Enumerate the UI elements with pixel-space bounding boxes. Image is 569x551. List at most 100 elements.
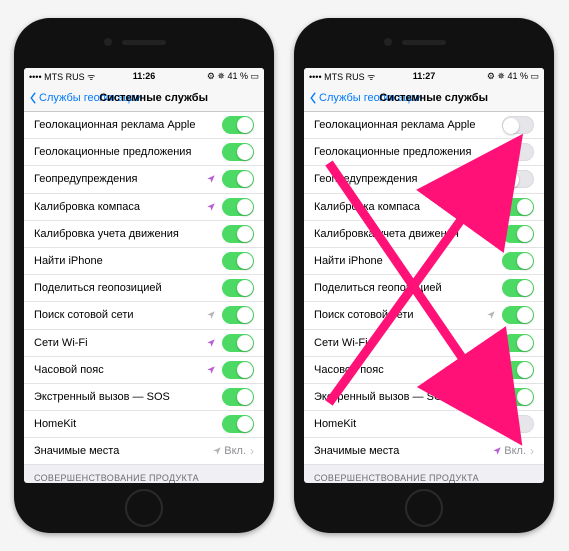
toggle-switch[interactable] [502,170,534,188]
row-value: Вкл. › [492,444,534,458]
row-label: Геопредупреждения [314,173,480,185]
location-indicator-icon [206,365,216,375]
location-indicator-icon [206,174,216,184]
toggle-switch[interactable] [502,361,534,379]
settings-row[interactable]: Сети Wi-Fi [304,330,544,357]
row-label: Найти iPhone [314,255,496,267]
phone-camera [104,38,112,46]
settings-row[interactable]: Калибровка компаса [304,194,544,221]
chevron-right-icon: › [250,444,254,458]
toggle-knob [503,417,519,433]
toggle-knob [503,145,519,161]
toggle-switch[interactable] [502,279,534,297]
toggle-knob [237,171,253,187]
toggle-switch[interactable] [502,198,534,216]
settings-row[interactable]: Калибровка учета движения [304,221,544,248]
toggle-knob [517,280,533,296]
settings-row[interactable]: Поиск сотовой сети [304,302,544,329]
significant-locations-row[interactable]: Значимые места Вкл. › [304,438,544,465]
settings-list: Геолокационная реклама Apple Геолокацион… [304,112,544,483]
row-label: Калибровка учета движения [314,228,496,240]
toggle-switch[interactable] [502,143,534,161]
settings-row[interactable]: Найти iPhone [304,248,544,275]
settings-row[interactable]: Экстренный вызов — SOS [24,384,264,411]
row-label: Калибровка компаса [34,201,200,213]
row-label: Геолокационные предложения [34,146,216,158]
location-indicator-icon [486,338,496,348]
settings-row[interactable]: Геолокационная реклама Apple [24,112,264,139]
settings-row[interactable]: Часовой пояс [24,357,264,384]
phone-frame: •••• MTS RUS ᯤ 11:26 ⚙ ✵ 41 % ▭ Службы г… [14,18,274,533]
settings-row[interactable]: HomeKit [24,411,264,438]
toggle-switch[interactable] [222,116,254,134]
row-label: Геолокационные предложения [314,146,496,158]
row-label: Сети Wi-Fi [34,337,200,349]
toggle-switch[interactable] [502,334,534,352]
section-header: СОВЕРШЕНСТВОВАНИЕ ПРОДУКТА [24,465,264,483]
toggle-switch[interactable] [222,361,254,379]
toggle-switch[interactable] [222,388,254,406]
toggle-knob [517,362,533,378]
status-carrier: •••• MTS RUS ᯤ [29,70,95,83]
settings-row[interactable]: Геопредупреждения [304,166,544,193]
settings-row[interactable]: Найти iPhone [24,248,264,275]
page-title: Системные службы [99,92,208,104]
nav-bar: Службы геолокации Системные службы [24,84,264,112]
row-label: Калибровка компаса [314,201,480,213]
screen: •••• MTS RUS ᯤ 11:27 ⚙ ✵ 41 % ▭ Службы г… [304,68,544,483]
row-label: Поделиться геопозицией [314,282,496,294]
home-button[interactable] [125,489,163,527]
settings-row[interactable]: Поделиться геопозицией [24,275,264,302]
toggle-knob [237,416,253,432]
toggle-switch[interactable] [502,415,534,433]
toggle-knob [503,118,519,134]
settings-row[interactable]: HomeKit [304,411,544,438]
toggle-switch[interactable] [502,116,534,134]
toggle-switch[interactable] [222,415,254,433]
settings-row[interactable]: Часовой пояс [304,357,544,384]
toggle-switch[interactable] [222,334,254,352]
home-button[interactable] [405,489,443,527]
settings-row[interactable]: Калибровка учета движения [24,221,264,248]
row-label: Часовой пояс [34,364,200,376]
toggle-switch[interactable] [502,225,534,243]
toggle-switch[interactable] [502,306,534,324]
settings-row[interactable]: Геолокационные предложения [24,139,264,166]
status-time: 11:27 [413,71,436,81]
row-label: Экстренный вызов — SOS [34,391,216,403]
settings-row[interactable]: Поделиться геопозицией [304,275,544,302]
status-carrier: •••• MTS RUS ᯤ [309,70,375,83]
settings-row[interactable]: Калибровка компаса [24,194,264,221]
toggle-switch[interactable] [502,388,534,406]
settings-row[interactable]: Геолокационные предложения [304,139,544,166]
toggle-switch[interactable] [222,170,254,188]
toggle-switch[interactable] [222,279,254,297]
settings-row[interactable]: Сети Wi-Fi [24,330,264,357]
status-bar: •••• MTS RUS ᯤ 11:27 ⚙ ✵ 41 % ▭ [304,68,544,84]
location-indicator-icon [492,446,502,456]
toggle-knob [237,307,253,323]
toggle-switch[interactable] [222,225,254,243]
toggle-knob [517,307,533,323]
toggle-switch[interactable] [222,306,254,324]
row-label: Геопредупреждения [34,173,200,185]
toggle-switch[interactable] [222,198,254,216]
settings-row[interactable]: Экстренный вызов — SOS [304,384,544,411]
toggle-switch[interactable] [502,252,534,270]
settings-row[interactable]: Поиск сотовой сети [24,302,264,329]
row-label: Поделиться геопозицией [34,282,216,294]
toggle-switch[interactable] [222,252,254,270]
significant-locations-row[interactable]: Значимые места Вкл. › [24,438,264,465]
phone-camera [384,38,392,46]
toggle-knob [517,226,533,242]
row-label: Значимые места [314,445,486,457]
screen: •••• MTS RUS ᯤ 11:26 ⚙ ✵ 41 % ▭ Службы г… [24,68,264,483]
status-battery: ⚙ ✵ 41 % ▭ [487,71,539,82]
location-indicator-icon [486,202,496,212]
row-label: Часовой пояс [314,364,480,376]
settings-row[interactable]: Геопредупреждения [24,166,264,193]
settings-row[interactable]: Геолокационная реклама Apple [304,112,544,139]
toggle-switch[interactable] [222,143,254,161]
location-indicator-icon [486,174,496,184]
row-label: Калибровка учета движения [34,228,216,240]
